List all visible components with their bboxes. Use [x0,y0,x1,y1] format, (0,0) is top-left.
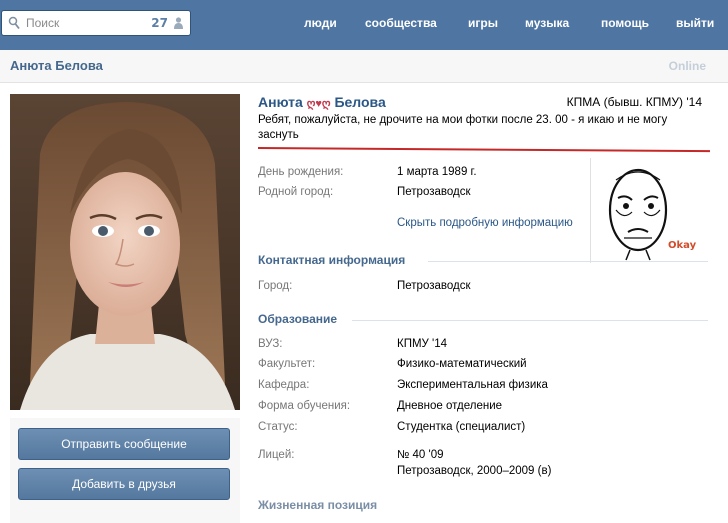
search-icon [8,16,20,30]
search-box[interactable]: Поиск 27 [1,10,191,36]
add-friend-button[interactable]: Добавить в друзья [18,468,230,500]
lyceum-value[interactable]: № 40 '09 [397,449,444,461]
birthday-label: День рождения: [258,166,344,178]
search-counter: 27 [151,16,168,30]
header-username: Анюта Белова [10,58,103,73]
status-text: Ребят, пожалуйста, не дрочите на мои фот… [258,114,668,141]
portrait-illustration [10,94,240,410]
last-name: Белова [334,94,386,110]
university-value[interactable]: КПМУ '14 [397,338,447,350]
hide-details-link[interactable]: Скрыть подробную информацию [397,217,573,229]
okay-meme-sticker: Okay [596,158,716,268]
first-name: Анюта [258,94,303,110]
profile-full-name: Анюта ღ♥ღ Белова [258,94,386,110]
city-label: Город: [258,280,293,292]
hometown-label: Родной город: [258,186,334,198]
lyceum-label: Лицей: [258,449,295,461]
department-value[interactable]: Экспериментальная физика [397,379,548,391]
contact-divider [428,261,708,262]
education-header: Образование [258,312,338,326]
study-form-label: Форма обучения: [258,400,351,412]
faculty-value[interactable]: Физико-математический [397,358,527,370]
okay-face-icon: Okay [608,168,697,261]
study-status-value[interactable]: Студентка (специалист) [397,421,525,433]
profile-photo[interactable] [10,94,240,410]
study-status-label: Статус: [258,421,298,433]
nav-games[interactable]: игры [468,16,498,30]
life-position-header: Жизненная позиция [258,498,378,512]
nav-help[interactable]: помощь [601,16,649,30]
faculty-label: Факультет: [258,358,316,370]
education-divider [352,320,708,321]
department-label: Кафедра: [258,379,310,391]
hometown-value[interactable]: Петрозаводск [397,186,471,198]
lyceum-detail[interactable]: Петрозаводск, 2000–2009 (в) [397,465,551,477]
nav-people[interactable]: люди [304,16,337,30]
city-value[interactable]: Петрозаводск [397,280,471,292]
nav-logout[interactable]: выйти [676,16,714,30]
university-label: ВУЗ: [258,338,283,350]
meme-caption: Okay [668,240,697,251]
online-status: Online [668,59,706,73]
nav-communities[interactable]: сообщества [365,16,437,30]
study-form-value[interactable]: Дневное отделение [397,400,502,412]
contact-info-header: Контактная информация [258,253,406,267]
birthday-value[interactable]: 1 марта 1989 г. [397,166,477,178]
university-short: КПМА (бывш. КПМУ) '14 [566,95,702,109]
hand-drawn-underline [257,147,710,153]
meme-separator [590,158,591,263]
name-decoration: ღ♥ღ [306,98,331,110]
nav-music[interactable]: музыка [525,16,569,30]
search-placeholder: Поиск [26,16,60,30]
send-message-button[interactable]: Отправить сообщение [18,428,230,460]
profile-header-strip: Анюта Белова Online [0,50,728,83]
person-icon [174,17,183,29]
top-navigation-bar: Поиск 27 люди сообщества игры музыка пом… [0,0,728,50]
